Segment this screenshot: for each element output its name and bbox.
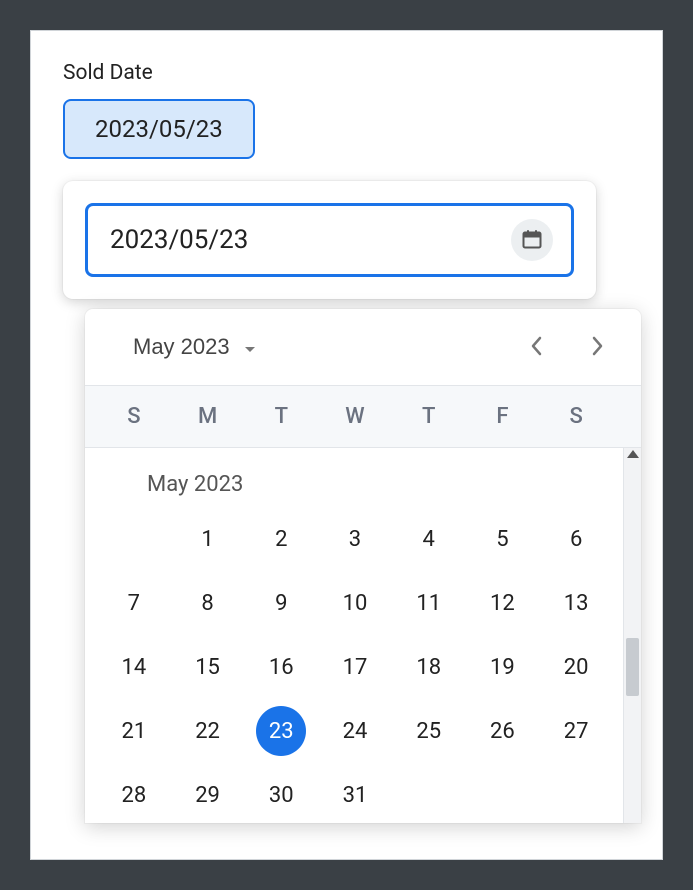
- date-input[interactable]: 2023/05/23: [85, 203, 574, 277]
- calendar-icon-button[interactable]: [511, 219, 553, 261]
- calendar-body: May 2023 .123456789101112131415161718192…: [85, 448, 623, 823]
- chevron-right-icon: [590, 336, 604, 359]
- calendar-header: May 2023: [85, 309, 641, 385]
- day-cell[interactable]: 14: [97, 639, 171, 695]
- day-cell[interactable]: 3: [318, 511, 392, 567]
- day-cell[interactable]: 23: [244, 703, 318, 759]
- day-cell[interactable]: 22: [171, 703, 245, 759]
- calendar-icon: [520, 227, 544, 254]
- day-cell[interactable]: 8: [171, 575, 245, 631]
- day-cell[interactable]: 17: [318, 639, 392, 695]
- day-cell[interactable]: 26: [466, 703, 540, 759]
- caret-down-icon: [244, 334, 256, 360]
- day-cell[interactable]: 31: [318, 767, 392, 823]
- day-cell[interactable]: 12: [466, 575, 540, 631]
- day-cell[interactable]: 13: [539, 575, 613, 631]
- day-cell[interactable]: 1: [171, 511, 245, 567]
- day-cell[interactable]: 5: [466, 511, 540, 567]
- day-cell[interactable]: 30: [244, 767, 318, 823]
- chevron-left-icon: [530, 336, 544, 359]
- month-year-dropdown[interactable]: May 2023: [133, 334, 256, 360]
- day-cell[interactable]: 28: [97, 767, 171, 823]
- date-input-value: 2023/05/23: [110, 225, 248, 255]
- field-label-sold-date: Sold Date: [63, 61, 630, 85]
- calendar-scrollbar[interactable]: [623, 448, 641, 823]
- day-cell[interactable]: 27: [539, 703, 613, 759]
- form-panel: Sold Date 2023/05/23 2023/05/23 May 2023: [30, 30, 663, 860]
- scrollbar-thumb[interactable]: [626, 638, 639, 696]
- day-cell[interactable]: 29: [171, 767, 245, 823]
- calendar-nav: [521, 331, 613, 363]
- day-cell[interactable]: 2: [244, 511, 318, 567]
- month-year-label: May 2023: [133, 334, 230, 360]
- day-cell[interactable]: 7: [97, 575, 171, 631]
- day-cell[interactable]: 25: [392, 703, 466, 759]
- sold-date-chip[interactable]: 2023/05/23: [63, 99, 255, 159]
- day-cell-empty: .: [97, 511, 171, 567]
- weekday-cell: W: [318, 404, 392, 429]
- day-cell[interactable]: 11: [392, 575, 466, 631]
- day-cell[interactable]: 9: [244, 575, 318, 631]
- scroll-up-icon: [627, 450, 639, 458]
- day-cell[interactable]: 6: [539, 511, 613, 567]
- day-cell[interactable]: 15: [171, 639, 245, 695]
- day-cell[interactable]: 16: [244, 639, 318, 695]
- day-cell[interactable]: 24: [318, 703, 392, 759]
- month-section-label: May 2023: [97, 450, 613, 511]
- weekday-cell: S: [539, 404, 613, 429]
- next-month-button[interactable]: [581, 331, 613, 363]
- weekday-cell: T: [392, 404, 466, 429]
- weekday-cell: F: [466, 404, 540, 429]
- day-cell[interactable]: 20: [539, 639, 613, 695]
- weekday-header-row: SMTWTFS: [85, 385, 641, 448]
- day-cell[interactable]: 21: [97, 703, 171, 759]
- day-cell[interactable]: 4: [392, 511, 466, 567]
- calendar-popup: May 2023 SMTWTFS: [85, 309, 641, 823]
- day-cell[interactable]: 18: [392, 639, 466, 695]
- day-cell[interactable]: 19: [466, 639, 540, 695]
- date-input-card: 2023/05/23: [63, 181, 596, 299]
- day-cell[interactable]: 10: [318, 575, 392, 631]
- weekday-cell: T: [244, 404, 318, 429]
- weekday-cell: S: [97, 404, 171, 429]
- days-grid: .123456789101112131415161718192021222324…: [97, 511, 613, 823]
- prev-month-button[interactable]: [521, 331, 553, 363]
- weekday-cell: M: [171, 404, 245, 429]
